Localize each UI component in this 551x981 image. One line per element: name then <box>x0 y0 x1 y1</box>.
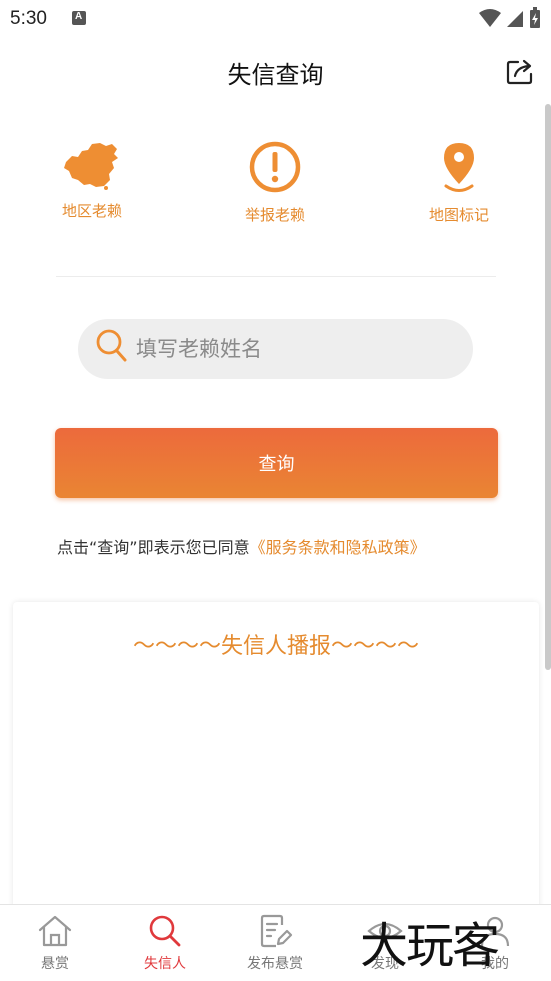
query-button[interactable]: 查询 <box>55 428 498 498</box>
nav-label: 悬赏 <box>41 956 69 972</box>
scrollbar[interactable] <box>545 104 551 670</box>
watermark-logo: 大玩客 <box>360 918 500 974</box>
search-icon <box>96 329 127 362</box>
quick-action-region[interactable]: 地区老赖 <box>32 140 152 221</box>
nav-label: 发布悬赏 <box>247 956 303 972</box>
privacy-policy-link[interactable]: 《服务条款和隐私政策》 <box>250 538 426 557</box>
broadcast-title: ～～～～失信人播报～～～～ <box>132 634 419 659</box>
agreement-text: 点击“查询”即表示您已同意《服务条款和隐私政策》 <box>57 534 426 558</box>
search-bar[interactable] <box>78 319 473 379</box>
wifi-icon <box>479 9 501 27</box>
app-header: 失信查询 <box>0 38 551 102</box>
broadcast-card: ～～～～失信人播报～～～～ <box>13 602 539 912</box>
status-bar: 5:30 A <box>0 0 551 38</box>
nav-item-post-reward[interactable]: 发布悬赏 <box>220 913 330 973</box>
quick-action-label: 举报老赖 <box>244 206 305 224</box>
edit-note-icon <box>260 914 293 948</box>
quick-action-map[interactable]: 地图标记 <box>399 140 519 225</box>
search-icon <box>149 915 181 947</box>
china-map-icon <box>64 143 118 190</box>
quick-action-report[interactable]: 举报老赖 <box>215 140 335 225</box>
nav-label: 失信人 <box>144 956 186 972</box>
battery-icon <box>530 7 540 28</box>
home-icon <box>38 915 72 947</box>
share-icon[interactable] <box>505 56 535 86</box>
nav-item-reward[interactable]: 悬赏 <box>0 913 110 973</box>
status-time: 5:30 <box>10 8 47 29</box>
divider <box>56 276 496 277</box>
quick-action-label: 地区老赖 <box>61 202 122 220</box>
signal-icon <box>507 11 523 27</box>
nav-item-defaulters[interactable]: 失信人 <box>110 913 220 973</box>
search-input[interactable] <box>136 331 456 367</box>
page-title: 失信查询 <box>227 61 324 89</box>
notification-icon: A <box>72 11 86 25</box>
quick-action-label: 地图标记 <box>428 206 489 224</box>
agreement-prefix: 点击“查询”即表示您已同意 <box>57 538 250 557</box>
exclamation-circle-icon <box>249 141 301 193</box>
status-icons <box>479 7 541 29</box>
map-pin-icon <box>444 143 474 192</box>
